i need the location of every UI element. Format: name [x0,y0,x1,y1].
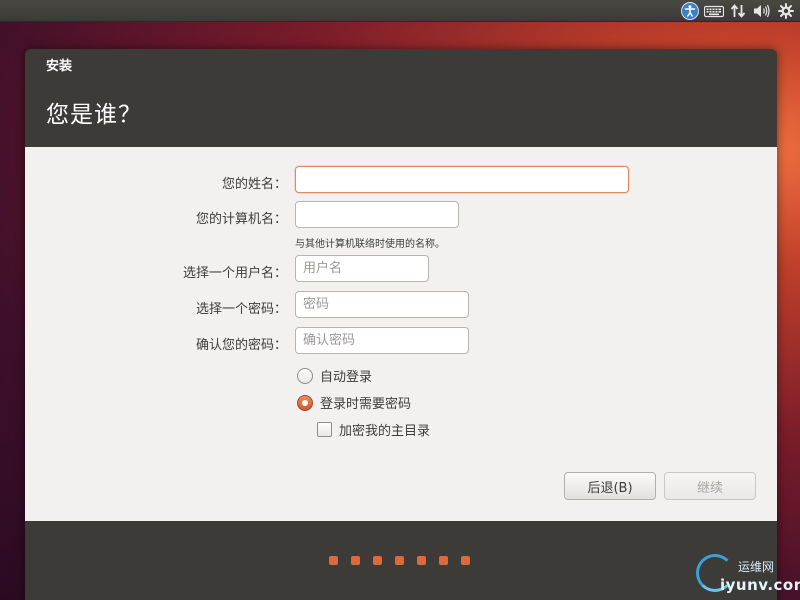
name-label: 您的姓名： [221,177,287,192]
require-password-label: 登录时需要密码 [320,397,412,412]
gear-icon[interactable] [776,1,796,21]
progress-dot [373,556,382,565]
progress-dot [329,556,338,565]
back-button[interactable]: 后退(B) [564,472,656,500]
system-tray [680,1,796,21]
require-password-radio[interactable] [297,394,313,411]
top-panel [0,0,800,22]
watermark-en-text: iyunv.com [720,576,800,594]
installer-window: 安装 您是谁？ 您的姓名： 您的计算机名： 与其他计算机联络时使用的名称。 选择… [25,49,777,600]
name-field[interactable] [295,166,629,193]
encrypt-home-option[interactable]: 加密我的主目录 [317,420,430,439]
network-icon[interactable] [728,1,748,21]
installer-footer [25,521,777,600]
auto-login-radio[interactable] [297,367,313,384]
progress-indicator [329,556,470,565]
progress-dot [439,556,448,565]
password-label: 选择一个密码： [195,302,287,317]
computer-name-hint: 与其他计算机联络时使用的名称。 [295,239,445,250]
progress-dot [461,556,470,565]
accessibility-icon[interactable] [680,1,700,21]
computer-name-field[interactable] [295,201,459,228]
confirm-password-field[interactable] [295,327,469,354]
password-field[interactable] [295,291,469,318]
progress-dot [395,556,404,565]
auto-login-label: 自动登录 [320,370,373,385]
encrypt-home-label: 加密我的主目录 [339,424,431,439]
keyboard-icon[interactable] [704,1,724,21]
computer-name-label: 您的计算机名： [195,212,287,227]
confirm-password-label: 确认您的密码： [195,338,287,353]
auto-login-option[interactable]: 自动登录 [297,366,372,385]
progress-dot [351,556,360,565]
form-panel: 您的姓名： 您的计算机名： 与其他计算机联络时使用的名称。 选择一个用户名： 选… [25,147,777,521]
window-title: 安装 [46,59,73,74]
progress-dot [417,556,426,565]
username-label: 选择一个用户名： [182,266,287,281]
continue-button[interactable]: 继续 [664,472,756,500]
watermark-cn-text: 运维网 [738,560,775,574]
page-title: 您是谁？ [46,102,142,128]
require-password-option[interactable]: 登录时需要密码 [297,393,411,412]
encrypt-home-checkbox[interactable] [317,422,332,437]
username-field[interactable] [295,255,429,282]
volume-icon[interactable] [752,1,772,21]
watermark-logo: 运维网 iyunv.com [692,552,800,600]
